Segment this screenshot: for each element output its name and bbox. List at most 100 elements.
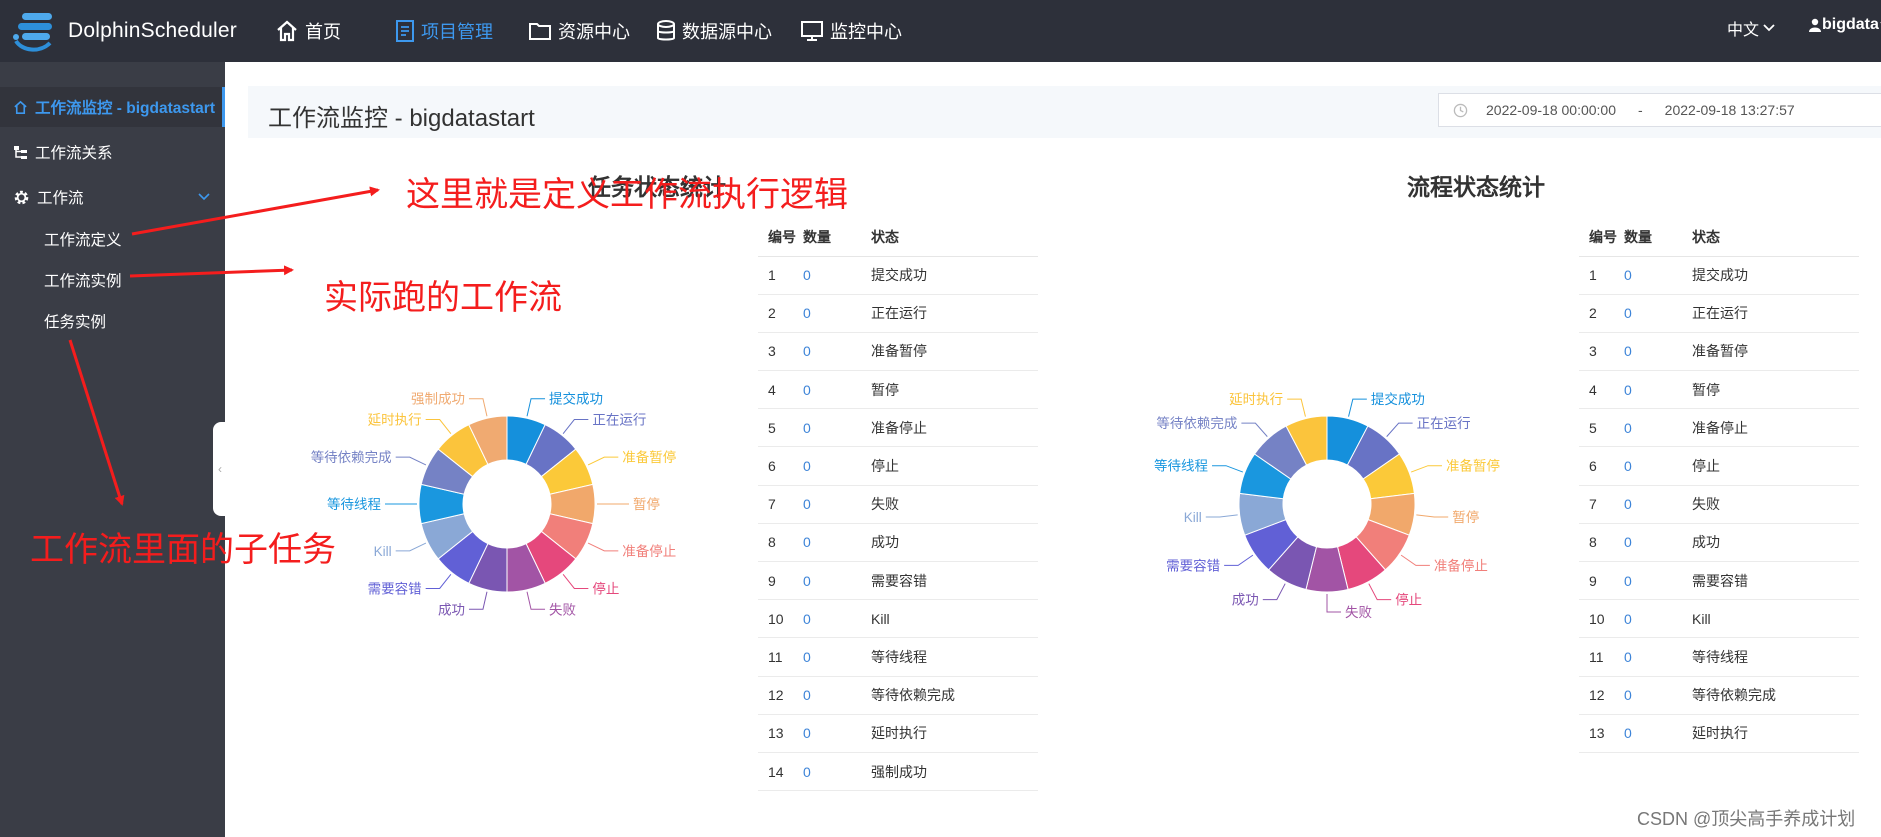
task-stats-table: 编号 数量 状态 1 0 提交成功 2 0 正在运行 3 0 准备暂停 4 0 暂停 5 0 准备停止 6 0 停…	[758, 218, 1038, 792]
label-leader-line	[1368, 583, 1392, 601]
slice-label: 准备暂停	[622, 449, 676, 465]
column-header-id: 编号	[758, 218, 803, 257]
table-row: 4 0 暂停	[758, 370, 1038, 410]
cell-count[interactable]: 0	[1624, 523, 1692, 563]
cell-id: 7	[1579, 485, 1624, 524]
column-header-count: 数量	[1624, 218, 1692, 257]
cell-id: 13	[1579, 714, 1624, 753]
cell-state: 延时执行	[1692, 714, 1859, 753]
column-header-state: 状态	[871, 218, 1038, 257]
cell-count[interactable]: 0	[1624, 637, 1692, 677]
cell-count[interactable]: 0	[803, 485, 871, 524]
slice-label: 失败	[1345, 605, 1373, 620]
cell-count[interactable]: 0	[803, 408, 871, 448]
cell-count[interactable]: 0	[1624, 332, 1692, 372]
cell-id: 11	[758, 637, 803, 677]
cell-count[interactable]: 0	[803, 294, 871, 333]
slice-label: 延时执行	[368, 413, 422, 428]
cell-count[interactable]: 0	[803, 370, 871, 410]
cell-count[interactable]: 0	[1624, 714, 1692, 753]
cell-state: 等待线程	[1692, 637, 1859, 677]
cell-count[interactable]: 0	[803, 599, 871, 639]
cell-count[interactable]: 0	[803, 752, 871, 792]
table-row: 11 0 等待线程	[1579, 637, 1859, 677]
label-leader-line	[1262, 583, 1286, 601]
cell-count[interactable]: 0	[1624, 676, 1692, 715]
cell-count[interactable]: 0	[1624, 370, 1692, 410]
cell-count[interactable]: 0	[1624, 485, 1692, 524]
cell-count[interactable]: 0	[1624, 446, 1692, 486]
cell-state: 延时执行	[871, 714, 1038, 753]
cell-id: 9	[758, 561, 803, 601]
cell-id: 1	[758, 256, 803, 295]
cell-count[interactable]: 0	[1624, 256, 1692, 295]
cell-id: 12	[1579, 676, 1624, 715]
cell-count[interactable]: 0	[803, 714, 871, 753]
cell-state: 强制成功	[871, 752, 1038, 792]
table-header-row: 编号 数量 状态	[1579, 218, 1859, 257]
table-row: 2 0 正在运行	[1579, 294, 1859, 333]
label-leader-line	[1348, 398, 1367, 417]
table-row: 5 0 准备停止	[758, 408, 1038, 448]
cell-count[interactable]: 0	[803, 676, 871, 715]
cell-state: 等待依赖完成	[871, 676, 1038, 715]
table-row: 3 0 准备暂停	[1579, 332, 1859, 372]
cell-state: 成功	[1692, 523, 1859, 563]
table-row: 5 0 准备停止	[1579, 408, 1859, 448]
slice-label: 延时执行	[1229, 392, 1283, 407]
cell-state: 提交成功	[871, 256, 1038, 295]
cell-state: 正在运行	[871, 294, 1038, 333]
cell-state: Kill	[871, 599, 1038, 639]
table-row: 14 0 强制成功	[758, 752, 1038, 792]
cell-state: 正在运行	[1692, 294, 1859, 333]
table-row: 2 0 正在运行	[758, 294, 1038, 333]
cell-id: 5	[1579, 408, 1624, 448]
cell-count[interactable]: 0	[1624, 599, 1692, 639]
slice-label: Kill	[374, 544, 392, 559]
table-row: 7 0 失败	[758, 485, 1038, 524]
cell-state: 需要容错	[1692, 561, 1859, 601]
annotation-task-instance: 工作流里面的子任务	[30, 531, 336, 569]
cell-state: 失败	[1692, 485, 1859, 524]
label-leader-line	[395, 456, 427, 466]
slice-label: 暂停	[1452, 509, 1479, 525]
cell-count[interactable]: 0	[803, 256, 871, 295]
cell-count[interactable]: 0	[803, 523, 871, 563]
label-leader-line	[587, 542, 619, 552]
cell-count[interactable]: 0	[803, 561, 871, 601]
label-leader-line	[425, 419, 452, 434]
cell-count[interactable]: 0	[803, 332, 871, 372]
label-leader-line	[1416, 514, 1449, 518]
cell-id: 7	[758, 485, 803, 524]
slice-label: 停止	[1395, 592, 1422, 608]
cell-count[interactable]: 0	[803, 637, 871, 677]
table-row: 4 0 暂停	[1579, 370, 1859, 410]
slice-label: 停止	[592, 580, 619, 596]
table-row: 8 0 成功	[758, 523, 1038, 563]
table-row: 3 0 准备暂停	[758, 332, 1038, 372]
task-state-donut-chart: 提交成功正在运行准备暂停暂停准备停止停止失败 成功 需要容错 Kill 等待线程 等待依赖…	[311, 391, 677, 618]
label-leader-line	[1205, 514, 1238, 518]
cell-count[interactable]: 0	[1624, 294, 1692, 333]
cell-id: 4	[758, 370, 803, 410]
label-leader-line	[1224, 554, 1254, 566]
cell-state: 停止	[871, 446, 1038, 486]
label-leader-line	[562, 574, 589, 589]
slice-label: 等待依赖完成	[311, 449, 392, 465]
label-leader-line	[425, 574, 452, 589]
annotation-instance: 实际跑的工作流	[324, 279, 562, 317]
table-row: 10 0 Kill	[758, 599, 1038, 639]
cell-count[interactable]: 0	[1624, 408, 1692, 448]
cell-state: 提交成功	[1692, 256, 1859, 295]
cell-id: 10	[1579, 599, 1624, 639]
table-row: 8 0 成功	[1579, 523, 1859, 563]
cell-state: 暂停	[871, 370, 1038, 410]
cell-count[interactable]: 0	[1624, 561, 1692, 601]
cell-state: 等待线程	[871, 637, 1038, 677]
column-header-count: 数量	[803, 218, 871, 257]
table-row: 1 0 提交成功	[758, 256, 1038, 295]
cell-count[interactable]: 0	[803, 446, 871, 486]
label-leader-line	[1241, 422, 1268, 437]
cell-state: 停止	[1692, 446, 1859, 486]
cell-id: 2	[1579, 294, 1624, 333]
